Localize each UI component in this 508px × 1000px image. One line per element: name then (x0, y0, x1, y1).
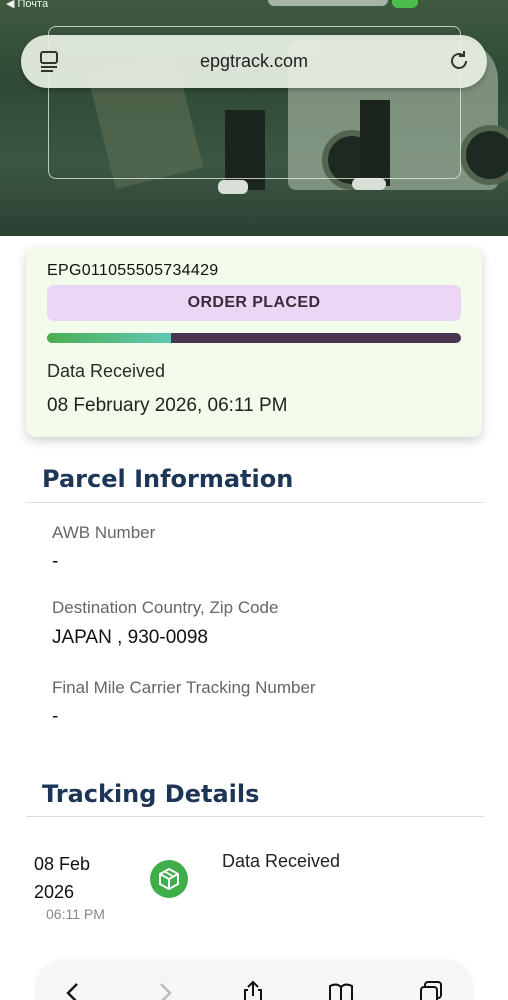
progress-bar (47, 333, 461, 343)
browser-toolbar (36, 962, 472, 1000)
url-text[interactable]: epgtrack.com (21, 51, 487, 72)
reload-icon[interactable] (447, 49, 471, 73)
bookmarks-icon[interactable] (328, 980, 354, 1000)
destination-value: JAPAN , 930-0098 (52, 627, 208, 648)
status-indicator (268, 0, 388, 6)
awb-value: - (52, 551, 59, 572)
forward-icon[interactable] (152, 980, 178, 1000)
status-label: Data Received (47, 361, 166, 381)
hero-shoe (352, 178, 386, 190)
final-mile-value: - (52, 706, 59, 727)
tracking-status-card: EPG011055505734429 ORDER PLACED Data Rec… (26, 247, 482, 437)
package-icon (150, 860, 188, 898)
tracking-number: EPG011055505734429 (47, 262, 219, 279)
destination-label: Destination Country, Zip Code (52, 598, 279, 617)
event-time: 06:11 PM (46, 906, 105, 922)
event-date: 08 Feb 2026 (34, 850, 144, 906)
back-icon[interactable] (60, 980, 86, 1000)
share-icon[interactable] (240, 980, 266, 1000)
event-date-day: 08 Feb (34, 854, 91, 874)
event-description: Data Received (222, 851, 341, 871)
awb-label: AWB Number (52, 523, 156, 542)
battery-indicator (392, 0, 418, 8)
status-badge: ORDER PLACED (47, 285, 461, 321)
event-date-year: 2026 (34, 882, 75, 902)
tracking-details-title: Tracking Details (42, 780, 260, 808)
parcel-info-title: Parcel Information (42, 465, 294, 493)
divider (26, 816, 484, 817)
address-bar[interactable]: epgtrack.com (21, 35, 487, 88)
status-bar: ◀ Почта (0, 0, 508, 12)
tabs-icon[interactable] (418, 980, 444, 1000)
final-mile-label: Final Mile Carrier Tracking Number (52, 678, 316, 697)
hero-shoe (218, 180, 248, 194)
divider (26, 502, 484, 503)
progress-fill (47, 333, 172, 343)
back-to-app-link[interactable]: ◀ Почта (6, 0, 48, 10)
status-time: 08 February 2026, 06:11 PM (47, 395, 288, 416)
